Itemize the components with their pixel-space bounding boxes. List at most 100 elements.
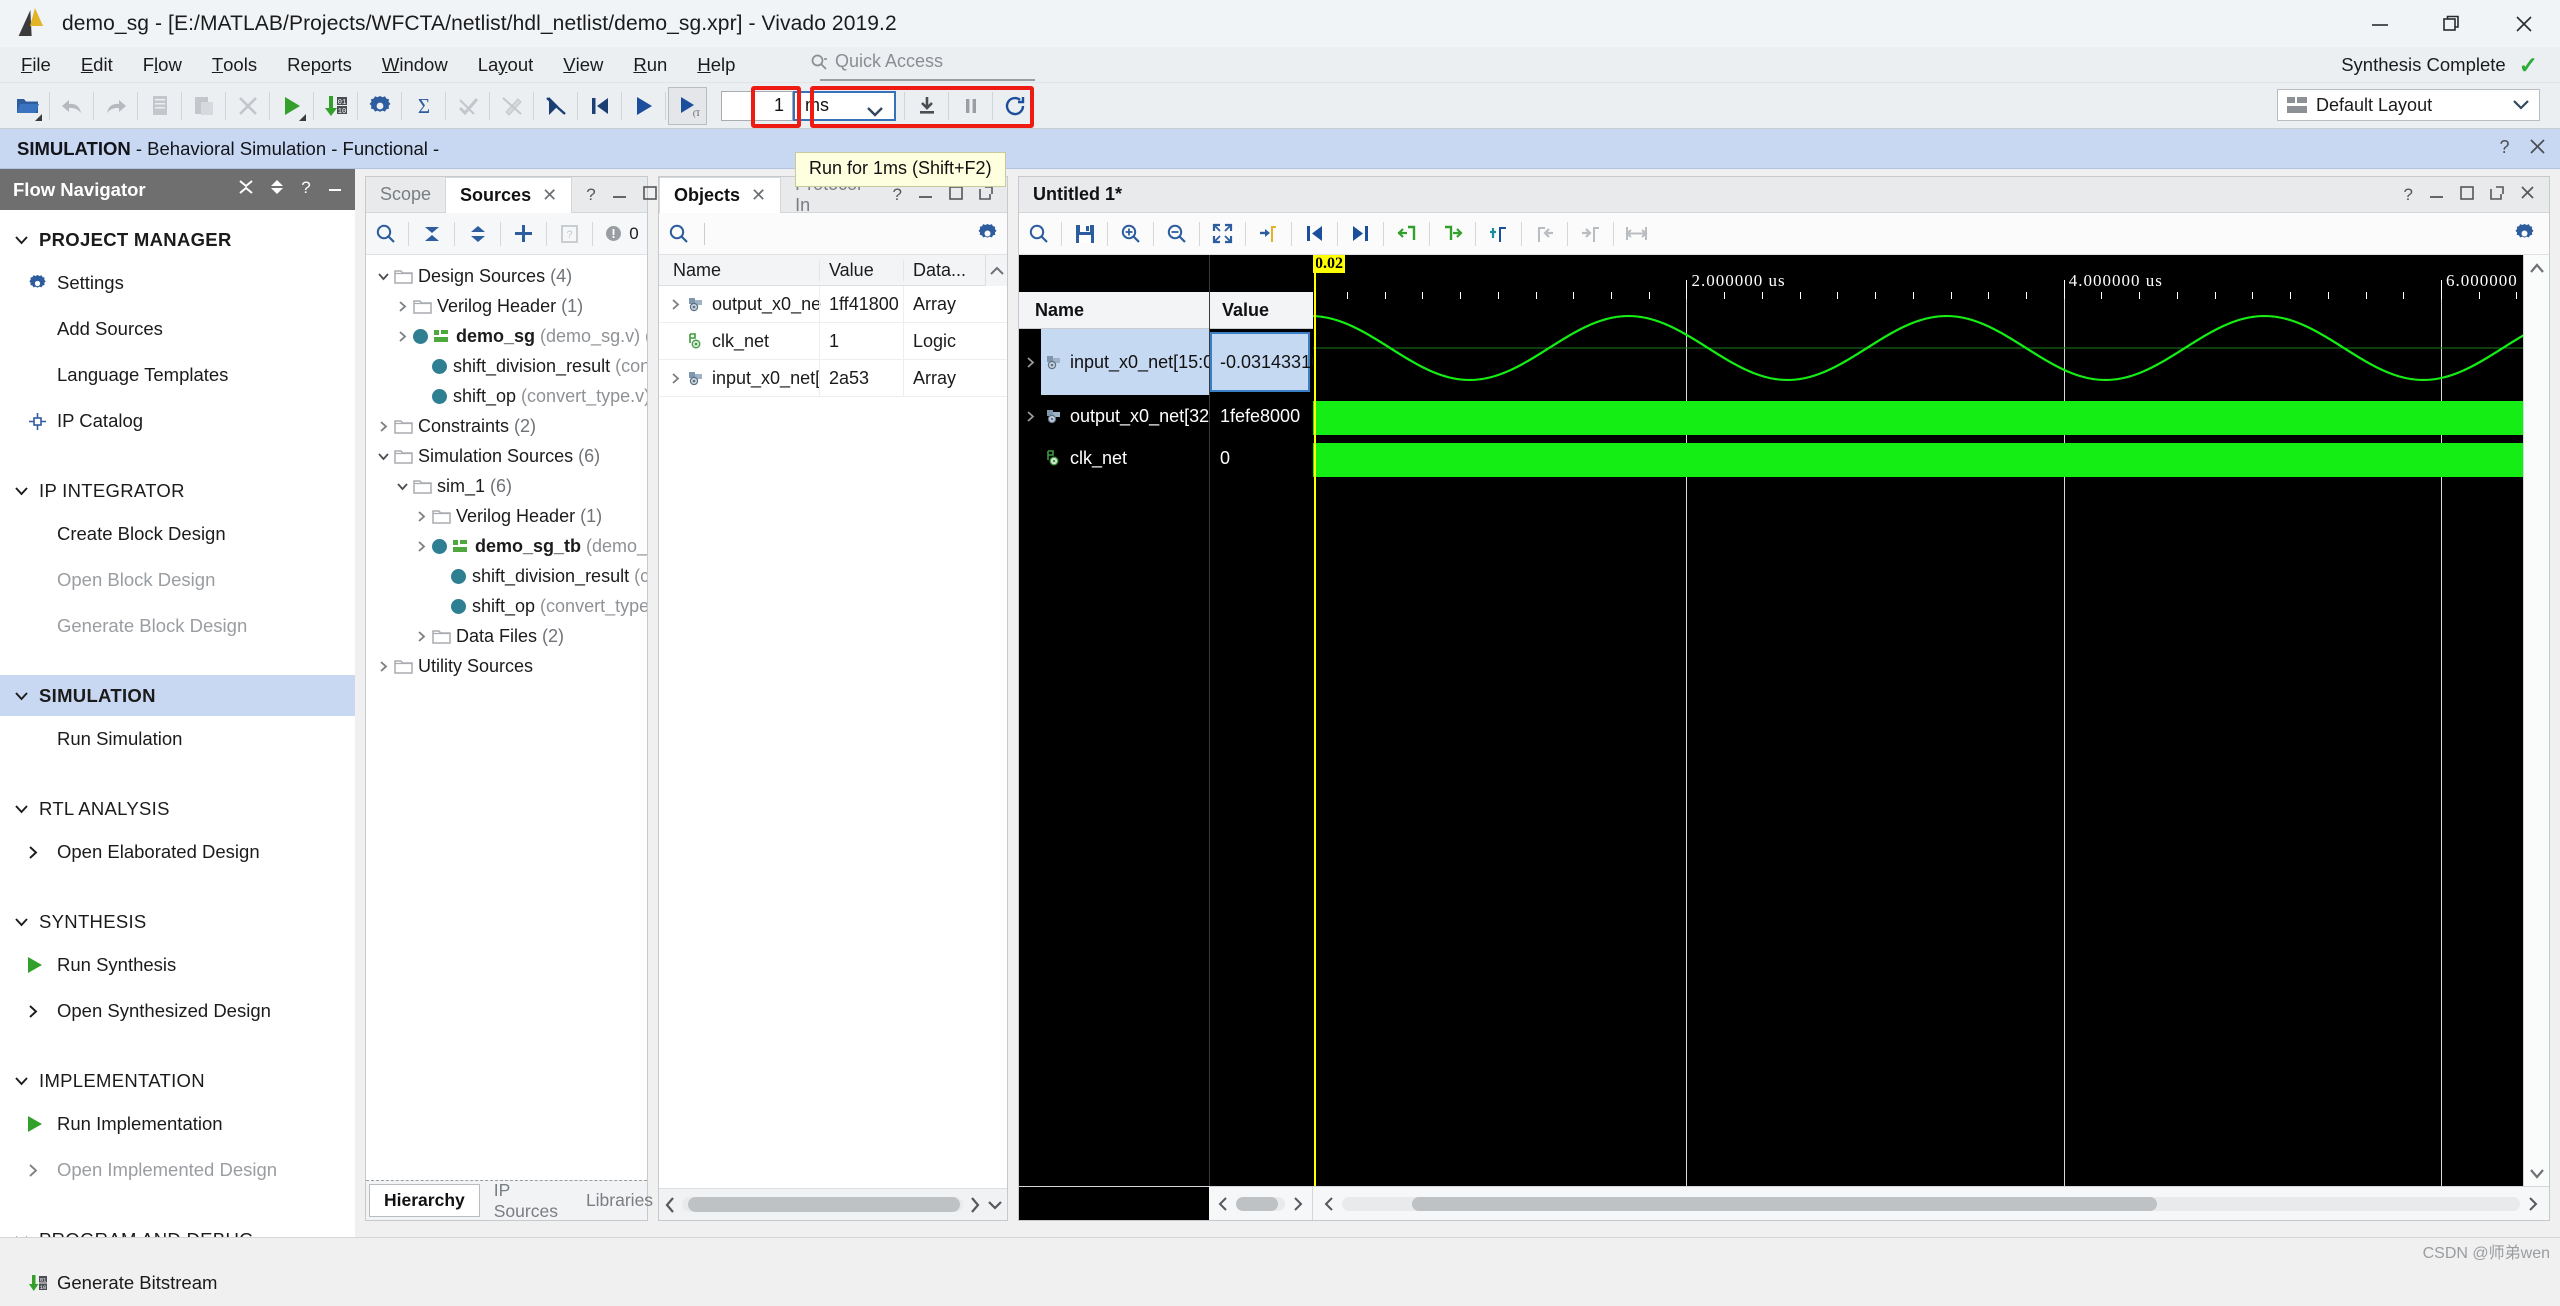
undo-icon[interactable]	[52, 87, 91, 125]
open-project-icon[interactable]	[8, 87, 47, 125]
zoom-fit-icon[interactable]	[1203, 214, 1242, 254]
waveform-signal-row[interactable]: clk_net	[1019, 437, 1209, 479]
chevron-right-icon[interactable]	[391, 330, 413, 343]
menu-run[interactable]: Run	[618, 47, 682, 83]
minimize-button[interactable]	[2344, 0, 2416, 47]
source-tree-item[interactable]: Constraints(2)	[366, 411, 647, 441]
flownav-item-open-block-design[interactable]: Open Block Design	[0, 557, 355, 603]
add-sources-icon[interactable]	[504, 214, 543, 254]
redo-icon[interactable]	[96, 87, 135, 125]
zoom-out-icon[interactable]	[1157, 214, 1196, 254]
cancel-run-icon[interactable]	[536, 87, 575, 125]
objects-hscrollbar[interactable]	[659, 1188, 1007, 1220]
menu-window[interactable]: Window	[367, 47, 463, 83]
prev-marker-icon[interactable]	[1525, 214, 1564, 254]
scroll-right-icon[interactable]	[2527, 1196, 2539, 1212]
flownav-item-add-sources[interactable]: Add Sources	[0, 306, 355, 352]
run-for-time-icon[interactable]: (T)	[668, 87, 707, 125]
expand-all-icon[interactable]	[458, 214, 497, 254]
flownav-section-project-manager[interactable]: PROJECT MANAGER	[0, 219, 355, 260]
waveform-signal-row[interactable]: output_x0_net[32:0]	[1019, 395, 1209, 437]
chevron-right-icon[interactable]	[663, 372, 687, 385]
minimize-icon[interactable]	[2429, 185, 2444, 205]
scroll-right-icon[interactable]	[1292, 1196, 1304, 1212]
tab-objects[interactable]: Objects ✕	[659, 177, 781, 213]
search-icon[interactable]	[366, 214, 405, 254]
chevron-right-icon[interactable]	[410, 630, 432, 643]
clean-icon[interactable]	[492, 87, 531, 125]
menu-reports[interactable]: Reports	[272, 47, 367, 83]
flownav-item-generate-bitstream[interactable]: 0110 Generate Bitstream	[0, 1260, 355, 1306]
help-icon[interactable]: ?	[2496, 137, 2513, 161]
menu-flow[interactable]: Flow	[128, 47, 197, 83]
waveform-value-row[interactable]: -0.031433105	[1210, 329, 1313, 395]
flownav-item-run-implementation[interactable]: Run Implementation	[0, 1101, 355, 1147]
source-tree-item[interactable]: sim_1(6)	[366, 471, 647, 501]
flownav-item-open-implemented-design[interactable]: Open Implemented Design	[0, 1147, 355, 1193]
menu-view[interactable]: View	[548, 47, 618, 83]
next-marker-icon[interactable]	[1571, 214, 1610, 254]
flownav-item-open-elaborated-design[interactable]: Open Elaborated Design	[0, 829, 355, 875]
issue-count-badge[interactable]: 0	[596, 214, 648, 254]
source-tree-item[interactable]: demo_sg(demo_sg.v)(2)	[366, 321, 647, 351]
search-icon[interactable]	[659, 214, 698, 254]
layout-select[interactable]: Default Layout	[2277, 89, 2540, 121]
chevron-down-icon[interactable]	[372, 271, 394, 282]
source-tree-item[interactable]: demo_sg_tb(demo_sg_tb.v)(4)	[366, 531, 647, 561]
delete-icon[interactable]	[228, 87, 267, 125]
sources-tree[interactable]: Design Sources(4)Verilog Header(1)demo_s…	[366, 255, 647, 1180]
waveform-cursor[interactable]	[1314, 255, 1316, 1186]
report-sum-icon[interactable]: Σ	[404, 87, 443, 125]
flownav-item-language-templates[interactable]: Language Templates	[0, 352, 355, 398]
measure-icon[interactable]	[1617, 214, 1656, 254]
next-transition-icon[interactable]	[1433, 214, 1472, 254]
tab-scope[interactable]: Scope	[366, 177, 445, 212]
chevron-right-icon[interactable]	[1019, 356, 1041, 369]
run-time-input[interactable]: 1	[721, 91, 793, 121]
menu-edit[interactable]: Edit	[66, 47, 128, 83]
pause-icon[interactable]	[951, 87, 990, 125]
source-tree-item[interactable]: shift_division_result(convert_type.v)	[366, 351, 647, 381]
flownav-section-ip-integrator[interactable]: IP INTEGRATOR	[0, 470, 355, 511]
chevron-right-icon[interactable]	[410, 540, 432, 553]
waveform-time-hscroll[interactable]	[1313, 1187, 2549, 1220]
goto-end-icon[interactable]	[1341, 214, 1380, 254]
chevron-down-icon[interactable]	[372, 451, 394, 462]
scroll-left-icon[interactable]	[663, 1196, 677, 1214]
source-tree-item[interactable]: Utility Sources	[366, 651, 647, 681]
scroll-up-icon[interactable]	[2529, 255, 2545, 281]
flownav-item-open-synthesized-design[interactable]: Open Synthesized Design	[0, 988, 355, 1034]
zoom-in-icon[interactable]	[1111, 214, 1150, 254]
waveform-vscrollbar[interactable]	[2523, 255, 2549, 1186]
goto-cursor-icon[interactable]	[1249, 214, 1288, 254]
save-icon[interactable]	[1065, 214, 1104, 254]
scroll-left-icon[interactable]	[1323, 1196, 1335, 1212]
waveform-name-hscroll[interactable]	[1209, 1187, 1313, 1220]
waveform-value-row[interactable]: 1fefe8000	[1210, 395, 1313, 437]
tab-sources[interactable]: Sources ✕	[445, 177, 572, 213]
quick-access-input[interactable]: Quick Access	[810, 51, 1060, 72]
run-all-icon[interactable]	[624, 87, 663, 125]
search-icon[interactable]	[1019, 214, 1058, 254]
settings-icon[interactable]	[360, 87, 399, 125]
minimize-icon[interactable]	[918, 185, 933, 205]
validate-icon[interactable]	[448, 87, 487, 125]
waveform-signal-row[interactable]: input_x0_net[15:0]	[1019, 329, 1209, 395]
maximize-icon[interactable]	[2460, 185, 2474, 205]
help-icon[interactable]: ?	[893, 185, 902, 205]
chevron-right-icon[interactable]	[372, 420, 394, 433]
goto-start-icon[interactable]	[1295, 214, 1334, 254]
source-tree-item[interactable]: shift_op(convert_type.v)	[366, 381, 647, 411]
column-header-name[interactable]: Name	[659, 260, 819, 281]
chevron-right-icon[interactable]	[410, 510, 432, 523]
close-icon[interactable]	[2529, 138, 2546, 160]
scroll-right-icon[interactable]	[968, 1196, 982, 1214]
close-icon[interactable]: ✕	[542, 185, 557, 206]
source-tree-item[interactable]: Verilog Header(1)	[366, 291, 647, 321]
flownav-item-ip-catalog[interactable]: IP Catalog	[0, 398, 355, 444]
flownav-item-generate-block-design[interactable]: Generate Block Design	[0, 603, 355, 649]
source-help-icon[interactable]: ?	[550, 214, 589, 254]
close-icon[interactable]: ✕	[751, 185, 766, 206]
flownav-item-settings[interactable]: Settings	[0, 260, 355, 306]
chevron-right-icon[interactable]	[663, 298, 687, 311]
